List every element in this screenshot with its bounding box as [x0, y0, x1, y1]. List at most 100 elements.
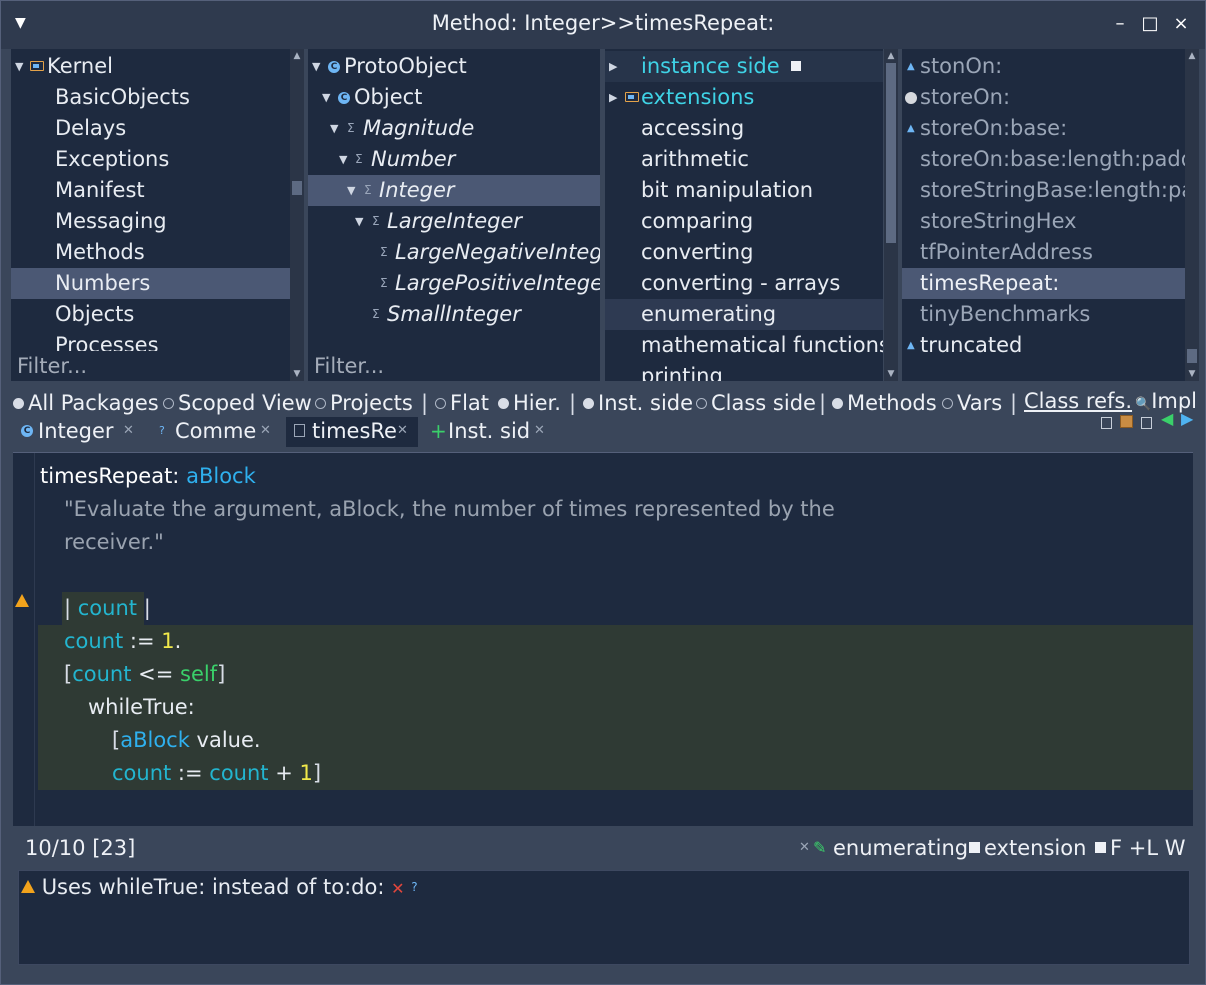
scroll-down-icon[interactable]: ▼	[1185, 367, 1199, 381]
scroll-down-icon[interactable]: ▼	[884, 367, 898, 381]
class-item[interactable]: Σ SmallInteger	[308, 299, 600, 330]
remove-protocol-icon[interactable]: ✕	[799, 830, 810, 866]
class-item[interactable]: ▼ Σ Magnitude	[308, 113, 600, 144]
code-editor[interactable]: timesRepeat: aBlock "Evaluate the argume…	[13, 452, 1193, 826]
help-icon[interactable]: ?	[411, 880, 417, 894]
window-title: Method: Integer>>timesRepeat:	[431, 11, 775, 35]
package-item[interactable]: Manifest	[11, 175, 290, 206]
package-icon[interactable]	[1120, 415, 1133, 428]
tab-inst-side[interactable]: + Inst. sid ✕	[422, 417, 554, 447]
critique-item[interactable]: Uses whileTrue: instead of to:do: ✕ ?	[21, 873, 418, 903]
inst-side-radio[interactable]: Inst. side	[583, 391, 693, 415]
class-side-radio[interactable]: Class side	[696, 391, 816, 415]
package-item[interactable]: Exceptions	[11, 144, 290, 175]
package-item[interactable]: Delays	[11, 113, 290, 144]
protocol-item[interactable]: bit manipulation	[605, 175, 883, 206]
extension-checkbox[interactable]: extension	[969, 830, 1086, 866]
method-item[interactable]: tfPointerAddress	[902, 237, 1185, 268]
close-tab-icon[interactable]: ✕	[123, 417, 134, 445]
class-item[interactable]: ▼ Σ LargeInteger	[308, 206, 600, 237]
hier-radio[interactable]: Hier.	[498, 391, 561, 415]
forward-arrow-icon[interactable]: ▶	[1181, 409, 1193, 428]
close-tab-icon[interactable]: ✕	[534, 417, 545, 445]
method-item[interactable]: storeOn:	[902, 82, 1185, 113]
protocols-scrollbar[interactable]: ▲ ▼	[884, 49, 898, 381]
class-item[interactable]: Σ LargeNegativeInteger	[308, 237, 600, 268]
scroll-up-icon[interactable]: ▲	[290, 49, 304, 63]
projects-radio[interactable]: Projects	[315, 391, 413, 415]
method-item[interactable]: tinyBenchmarks	[902, 299, 1185, 330]
edit-protocol-icon[interactable]: ✎	[813, 830, 826, 866]
method-item[interactable]: storeOn:base:length:padded:	[902, 144, 1185, 175]
expand-arrow-icon[interactable]: ▼	[330, 113, 338, 144]
protocol-item[interactable]: printing	[605, 361, 883, 381]
method-item[interactable]: storeStringBase:length:padded:	[902, 175, 1185, 206]
collapsed-arrow-icon[interactable]: ▶	[609, 51, 617, 82]
expand-arrow-icon[interactable]: ▼	[15, 51, 23, 82]
scroll-down-icon[interactable]: ▼	[290, 367, 304, 381]
protocol-item[interactable]: converting - arrays	[605, 268, 883, 299]
protocol-item-instance-side[interactable]: ▶ instance side	[605, 51, 883, 82]
protocol-item[interactable]: ▶ extensions	[605, 82, 883, 113]
copy-icon[interactable]	[1101, 417, 1112, 429]
expand-arrow-icon[interactable]: ▼	[339, 144, 347, 175]
package-item-selected[interactable]: Numbers	[11, 268, 290, 299]
all-packages-radio[interactable]: All Packages	[13, 391, 159, 415]
class-item[interactable]: ▼ Σ Number	[308, 144, 600, 175]
method-item[interactable]: ▲ truncated	[902, 330, 1185, 361]
ban-critique-icon[interactable]: ✕	[391, 879, 404, 898]
method-item[interactable]: ▲ storeOn:base:	[902, 113, 1185, 144]
protocol-item[interactable]: arithmetic	[605, 144, 883, 175]
format-flags[interactable]: F +L W	[1095, 830, 1186, 866]
back-arrow-icon[interactable]: ◀	[1161, 409, 1173, 428]
expand-arrow-icon[interactable]: ▼	[312, 51, 320, 82]
package-filter-input[interactable]: Filter...	[11, 351, 290, 381]
class-item[interactable]: ▼ C ProtoObject	[308, 51, 600, 82]
class-refs-button[interactable]: Class refs.	[1024, 389, 1132, 413]
close-button[interactable]: ×	[1170, 13, 1192, 35]
package-item[interactable]: Objects	[11, 299, 290, 330]
tab-comment[interactable]: ? Comme ✕	[149, 417, 283, 447]
close-tab-icon[interactable]: ✕	[260, 417, 271, 445]
scroll-up-icon[interactable]: ▲	[884, 49, 898, 63]
package-item[interactable]: ▼ Kernel	[11, 51, 290, 82]
method-item[interactable]: ▲ stonOn:	[902, 51, 1185, 82]
class-filter-input[interactable]: Filter...	[308, 351, 600, 381]
flat-radio[interactable]: Flat	[435, 391, 489, 415]
protocol-item[interactable]: accessing	[605, 113, 883, 144]
protocol-item[interactable]: converting	[605, 237, 883, 268]
scroll-thumb[interactable]	[886, 63, 896, 243]
packages-scrollbar[interactable]: ▲ ▼	[290, 49, 304, 381]
methods-scrollbar[interactable]: ▲ ▼	[1185, 49, 1199, 381]
protocol-item[interactable]: comparing	[605, 206, 883, 237]
expand-arrow-icon[interactable]: ▼	[355, 206, 363, 237]
methods-radio[interactable]: Methods	[832, 391, 937, 415]
protocol-item[interactable]: mathematical functions	[605, 330, 883, 361]
close-tab-icon[interactable]: ✕	[397, 417, 408, 445]
scoped-view-radio[interactable]: Scoped View	[163, 391, 312, 415]
warning-icon[interactable]	[15, 594, 29, 607]
package-item[interactable]: Methods	[11, 237, 290, 268]
scroll-thumb[interactable]	[292, 181, 302, 195]
expand-arrow-icon[interactable]: ▼	[322, 82, 330, 113]
package-item[interactable]: Messaging	[11, 206, 290, 237]
class-item[interactable]: Σ LargePositiveInteger	[308, 268, 600, 299]
scroll-up-icon[interactable]: ▲	[1185, 49, 1199, 63]
minimize-button[interactable]: –	[1109, 13, 1131, 35]
maximize-button[interactable]: □	[1139, 13, 1161, 35]
protocol-label[interactable]: enumerating	[833, 830, 968, 866]
protocols-pane: ▶ instance side ▶ extensions accessing a…	[605, 49, 883, 381]
tab-integer[interactable]: C Integer ✕	[13, 417, 145, 447]
protocol-item-selected[interactable]: enumerating	[605, 299, 883, 330]
method-item[interactable]: storeStringHex	[902, 206, 1185, 237]
collapsed-arrow-icon[interactable]: ▶	[609, 82, 617, 113]
class-item[interactable]: ▼ C Object	[308, 82, 600, 113]
vars-radio[interactable]: Vars	[942, 391, 1002, 415]
package-item[interactable]: BasicObjects	[11, 82, 290, 113]
scroll-thumb[interactable]	[1187, 349, 1197, 363]
document-icon[interactable]	[1141, 417, 1152, 429]
method-item-selected[interactable]: timesRepeat:	[902, 268, 1185, 299]
expand-arrow-icon[interactable]: ▼	[347, 175, 355, 206]
class-item-selected[interactable]: ▼ Σ Integer	[308, 175, 600, 206]
tab-timesrepeat[interactable]: timesRe ✕	[286, 417, 418, 447]
